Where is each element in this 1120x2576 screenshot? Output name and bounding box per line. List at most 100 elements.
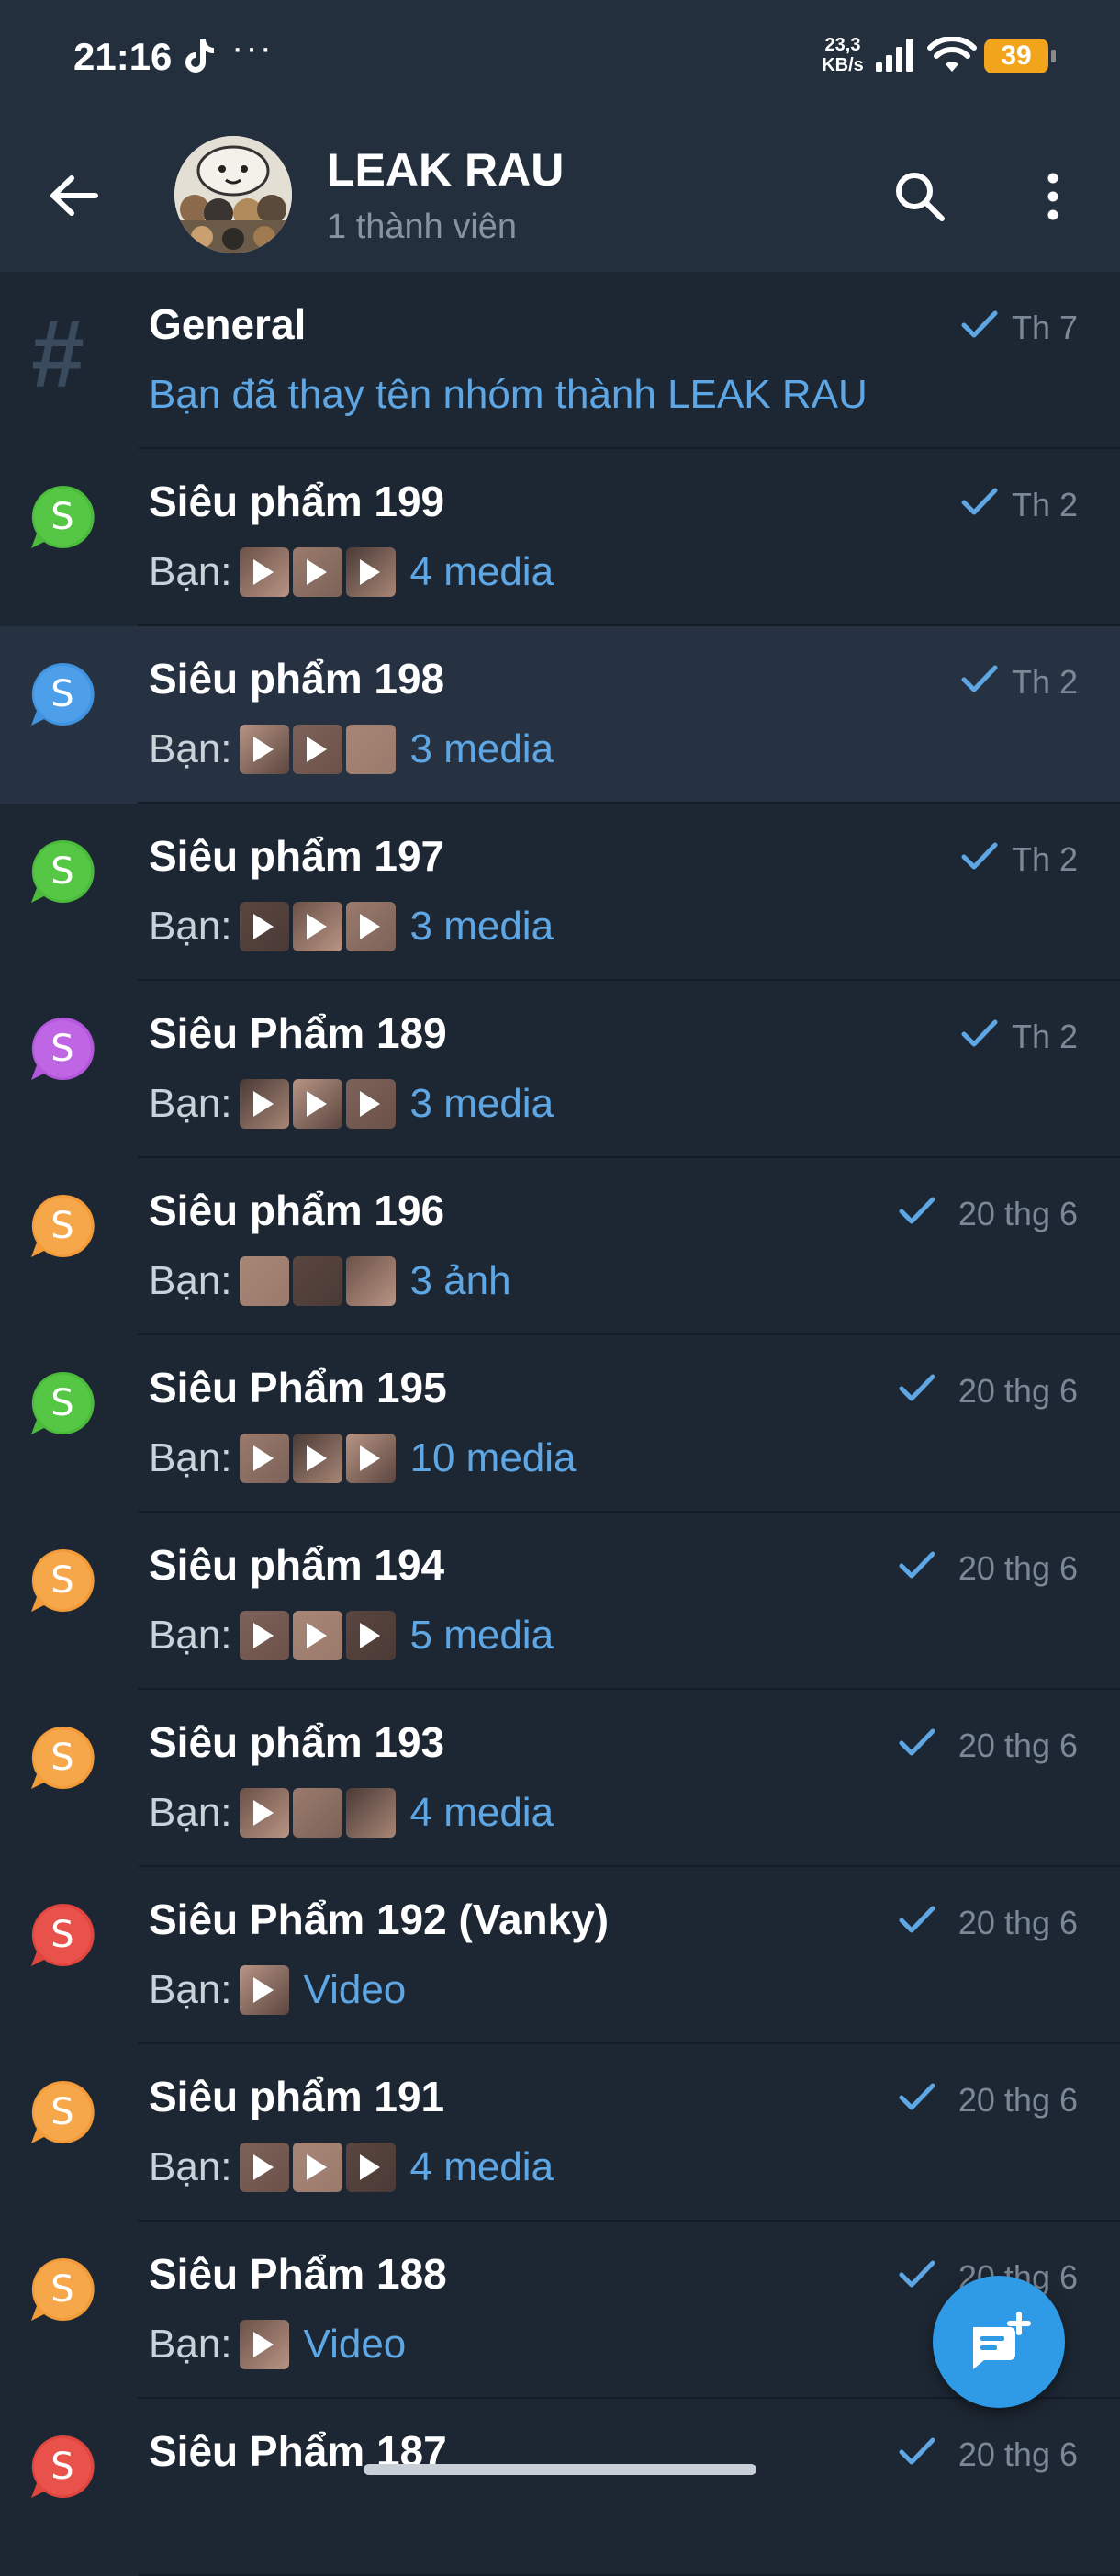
preview-sender: Bạn: — [149, 2322, 232, 2367]
preview-text: 4 media — [409, 2144, 554, 2189]
topic-title: General — [149, 300, 307, 348]
topic-row[interactable]: S Siêu phẩm 198 Th 2 Bạn: 3 media — [0, 626, 1120, 804]
play-icon — [306, 914, 327, 939]
video-thumbnail — [239, 902, 289, 951]
topic-date: 20 thg 6 — [958, 1727, 1078, 1764]
topic-row[interactable]: S Siêu phẩm 199 Th 2 Bạn: 4 media — [0, 449, 1120, 626]
topic-icon-letter: S — [50, 2446, 74, 2488]
preview-text: 4 media — [409, 1790, 554, 1835]
home-indicator[interactable] — [364, 2464, 756, 2475]
new-topic-button[interactable] — [933, 2276, 1065, 2408]
play-icon — [252, 1623, 274, 1648]
preview-text: 10 media — [409, 1435, 577, 1480]
topic-title: Siêu phẩm 193 — [149, 1718, 445, 1766]
image-thumbnail — [345, 1788, 396, 1838]
topic-row[interactable]: S Siêu Phẩm 195 20 thg 6 Bạn: 10 media — [0, 1335, 1120, 1513]
topic-row[interactable]: S Siêu phẩm 193 20 thg 6 Bạn: 4 media — [0, 1690, 1120, 1867]
speech-bubble-icon: S — [28, 2255, 105, 2332]
topic-title: Siêu Phẩm 188 — [149, 2250, 447, 2298]
topic-row[interactable]: S Siêu Phẩm 189 Th 2 Bạn: 3 media — [0, 981, 1120, 1158]
tiktok-icon — [185, 39, 214, 73]
topic-title: Siêu phẩm 194 — [149, 1541, 445, 1589]
speech-bubble-icon: S — [28, 482, 105, 559]
topic-row[interactable]: S Siêu phẩm 197 Th 2 Bạn: 3 media — [0, 804, 1120, 981]
preview-sender: Bạn: — [149, 1790, 232, 1835]
topic-title: Siêu phẩm 196 — [149, 1187, 445, 1234]
topic-row[interactable]: S Siêu phẩm 191 20 thg 6 Bạn: 4 media — [0, 2044, 1120, 2222]
topic-preview: Bạn: 3 media — [149, 722, 554, 777]
sent-check-icon — [899, 1551, 935, 1579]
topic-title: Siêu Phẩm 189 — [149, 1009, 447, 1057]
image-thumbnail — [239, 1256, 289, 1306]
sent-check-icon — [961, 488, 998, 515]
video-thumbnail — [239, 725, 289, 774]
sent-check-icon — [899, 1197, 935, 1224]
preview-sender: Bạn: — [149, 549, 232, 594]
image-thumbnail — [345, 725, 396, 774]
speech-bubble-icon: S — [28, 2432, 105, 2509]
play-icon — [306, 1623, 327, 1648]
play-icon — [252, 737, 274, 762]
topic-row[interactable]: S Siêu Phẩm 192 (Vanky) 20 thg 6 Bạn: Video — [0, 1867, 1120, 2044]
image-thumbnail — [345, 1256, 396, 1306]
topic-row[interactable]: S Siêu phẩm 194 20 thg 6 Bạn: 5 media — [0, 1513, 1120, 1690]
chat-header: LEAK RAU 1 thành viên — [0, 116, 1120, 272]
video-thumbnail — [292, 902, 342, 951]
preview-text: Bạn đã thay tên nhóm thành LEAK RAU — [149, 372, 868, 417]
topic-title: Siêu Phẩm 192 (Vanky) — [149, 1895, 610, 1943]
cats-illustration — [174, 136, 292, 253]
topic-row[interactable]: S Siêu Phẩm 187 20 thg 6 — [0, 2399, 1120, 2576]
video-thumbnail — [292, 1611, 342, 1660]
speech-bubble-icon: S — [28, 837, 105, 914]
play-icon — [252, 559, 274, 585]
speech-bubble-icon: S — [28, 1014, 105, 1091]
topic-title: Siêu phẩm 199 — [149, 478, 445, 525]
topic-preview: Bạn: 4 media — [149, 2140, 554, 2195]
topic-icon-letter: S — [50, 496, 74, 538]
hash-icon: # — [31, 301, 84, 408]
speech-bubble-icon: S — [28, 2077, 105, 2154]
topic-icon-letter: S — [50, 1205, 74, 1247]
play-icon — [359, 559, 380, 585]
new-message-icon — [973, 2312, 1031, 2369]
topic-preview: Bạn đã thay tên nhóm thành LEAK RAU — [149, 367, 868, 422]
topic-preview: Bạn: 3 media — [149, 899, 554, 954]
video-thumbnail — [239, 1965, 289, 2015]
sent-check-icon — [899, 1728, 935, 1756]
preview-text: 5 media — [409, 1613, 554, 1658]
search-icon[interactable] — [890, 167, 949, 226]
topic-row[interactable]: # General Th 7 Bạn đã thay tên nhóm thành L… — [0, 272, 1120, 449]
topic-icon-letter: S — [50, 673, 74, 715]
play-icon — [306, 1445, 327, 1471]
signal-icon — [876, 39, 913, 72]
topic-icon-letter: S — [50, 850, 74, 893]
speech-bubble-icon: S — [28, 659, 105, 737]
play-icon — [306, 2154, 327, 2180]
group-title[interactable]: LEAK RAU — [327, 143, 564, 197]
sent-check-icon — [899, 1374, 935, 1401]
play-icon — [359, 1623, 380, 1648]
group-avatar[interactable] — [174, 136, 292, 253]
play-icon — [252, 2332, 274, 2357]
speech-bubble-icon: S — [28, 1368, 105, 1445]
sent-check-icon — [899, 2083, 935, 2110]
back-arrow-icon[interactable] — [46, 171, 101, 220]
play-icon — [252, 1091, 274, 1117]
more-vertical-icon[interactable] — [1028, 167, 1078, 226]
video-thumbnail — [239, 1434, 289, 1483]
topic-preview: Bạn: 4 media — [149, 545, 554, 600]
play-icon — [252, 1977, 274, 2003]
topic-icon-letter: S — [50, 2091, 74, 2133]
play-icon — [306, 1091, 327, 1117]
preview-text: 3 media — [409, 904, 554, 949]
play-icon — [359, 1091, 380, 1117]
video-thumbnail — [239, 1788, 289, 1838]
video-thumbnail — [345, 547, 396, 597]
topic-preview: Bạn: 10 media — [149, 1431, 577, 1486]
sent-check-icon — [961, 842, 998, 870]
preview-text: Video — [303, 2322, 407, 2367]
topic-preview: Bạn: 5 media — [149, 1608, 554, 1663]
sent-check-icon — [961, 665, 998, 692]
topic-title: Siêu phẩm 197 — [149, 832, 445, 880]
topic-row[interactable]: S Siêu phẩm 196 20 thg 6 Bạn: 3 ảnh — [0, 1158, 1120, 1335]
